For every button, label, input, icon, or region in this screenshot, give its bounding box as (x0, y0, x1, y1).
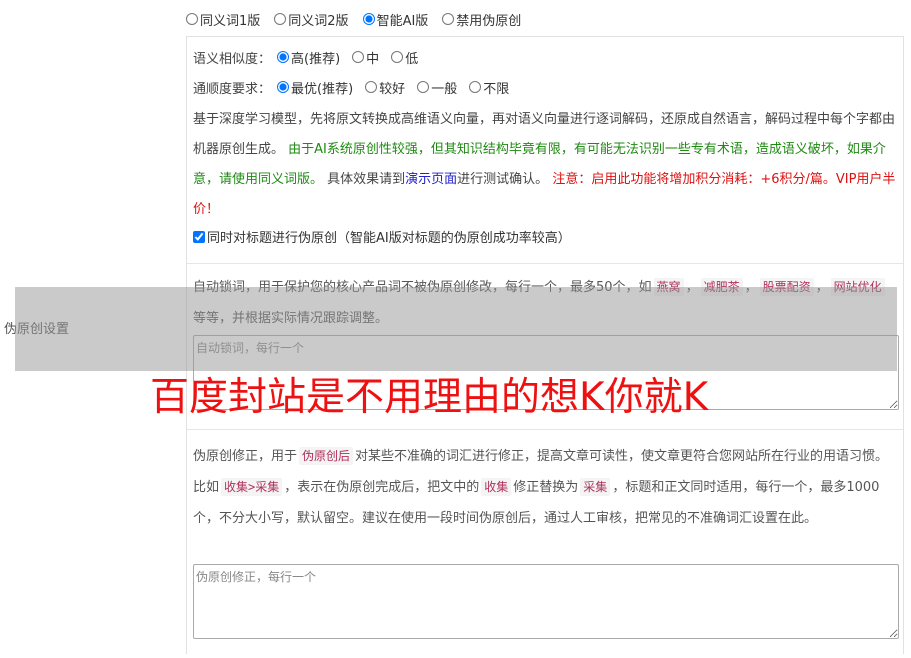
mode-radio-synonym1[interactable] (186, 13, 198, 25)
option-label: 高(推荐) (291, 51, 341, 67)
demo-page-link[interactable]: 演示页面 (405, 172, 457, 187)
divider (187, 263, 903, 264)
option-label: 一般 (431, 81, 458, 97)
fluency-option-any[interactable]: 不限 (469, 78, 509, 97)
fluency-row: 通顺度要求： 最优(推荐) 较好 一般 不限 (193, 77, 521, 97)
description-text: 进行测试确认。 (457, 172, 553, 187)
example-tag: 收集 (481, 478, 512, 496)
option-label: 最优(推荐) (291, 81, 354, 97)
example-tag: 伪原创后 (299, 447, 354, 465)
fluency-option-normal[interactable]: 一般 (417, 78, 457, 97)
help-text: 等等，并根据实际情况跟踪调整。 (193, 311, 389, 326)
similarity-row: 语义相似度： 高(推荐) 中 低 (193, 47, 430, 67)
description-text: 具体效果请到 (323, 172, 406, 187)
fluency-radio-best[interactable] (277, 81, 290, 93)
mode-radio-disable[interactable] (442, 13, 455, 25)
title-rewrite-option[interactable]: 同时对标题进行伪原创（智能AI版对标题的伪原创成功率较高） (193, 227, 571, 246)
example-tag: 网站优化 (830, 278, 885, 296)
mode-radio-ai[interactable] (362, 13, 375, 25)
option-label: 不限 (483, 81, 510, 97)
example-tag: 燕窝 (653, 278, 684, 296)
option-label: 较好 (379, 81, 406, 97)
divider (187, 429, 903, 430)
similarity-radio-medium[interactable] (352, 51, 365, 63)
mode-label: 智能AI版 (376, 13, 429, 29)
mode-option-disable[interactable]: 禁用伪原创 (442, 10, 521, 29)
fluency-radio-good[interactable] (365, 81, 378, 93)
option-label: 低 (405, 51, 419, 67)
similarity-option-medium[interactable]: 中 (352, 48, 379, 67)
watermark-text: 百度封站是不用理由的想K你就K (150, 375, 709, 420)
ai-description: 基于深度学习模型，先将原文转换成高维语义向量，再对语义向量进行逐词解码，还原成自… (193, 105, 897, 225)
similarity-radio-low[interactable] (391, 51, 404, 63)
help-text: 自动锁词，用于保护您的核心产品词不被伪原创修改，每行一个，最多50个，如 (193, 280, 652, 295)
example-tag: 股票配资 (759, 278, 814, 296)
similarity-label: 语义相似度： (193, 51, 272, 67)
mode-option-synonym2[interactable]: 同义词2版 (274, 10, 349, 29)
mode-option-ai[interactable]: 智能AI版 (362, 10, 429, 29)
fluency-label: 通顺度要求： (193, 81, 272, 97)
title-rewrite-label: 同时对标题进行伪原创（智能AI版对标题的伪原创成功率较高） (207, 231, 571, 246)
help-text: 修正替换为 (513, 480, 579, 495)
similarity-option-high[interactable]: 高(推荐) (277, 48, 340, 67)
mode-label: 同义词2版 (288, 13, 349, 29)
corrections-textarea[interactable] (193, 564, 899, 639)
example-tag: 减肥茶 (700, 278, 743, 296)
fluency-radio-any[interactable] (469, 81, 482, 93)
fluency-option-good[interactable]: 较好 (365, 78, 405, 97)
example-tag: 采集 (580, 478, 611, 496)
title-rewrite-checkbox[interactable] (193, 230, 205, 243)
example-tag: 收集>采集 (221, 478, 283, 496)
lock-words-help: 自动锁词，用于保护您的核心产品词不被伪原创修改，每行一个，最多50个，如 燕窝，减… (193, 272, 897, 334)
section-label: 伪原创设置 (4, 322, 70, 337)
help-text: ，表示在伪原创完成后，把文中的 (284, 480, 480, 495)
mode-radio-group: 同义词1版 同义词2版 智能AI版 禁用伪原创 (186, 9, 535, 29)
option-label: 中 (366, 51, 380, 67)
mode-label: 同义词1版 (200, 13, 261, 29)
help-text: 伪原创修正，用于 (193, 449, 298, 464)
mode-radio-synonym2[interactable] (274, 13, 287, 25)
fluency-option-best[interactable]: 最优(推荐) (277, 78, 353, 97)
fluency-radio-normal[interactable] (417, 81, 430, 93)
mode-label: 禁用伪原创 (456, 13, 522, 29)
similarity-option-low[interactable]: 低 (391, 48, 418, 67)
ai-settings-panel: 语义相似度： 高(推荐) 中 低 通顺度要求： 最优(推荐) 较好 一般 不限 … (186, 36, 904, 654)
similarity-radio-high[interactable] (277, 51, 290, 63)
corrections-help: 伪原创修正，用于 伪原创后 对某些不准确的词汇进行修正，提高文章可读性，使文章更符合… (193, 441, 897, 534)
mode-option-synonym1[interactable]: 同义词1版 (186, 10, 260, 29)
